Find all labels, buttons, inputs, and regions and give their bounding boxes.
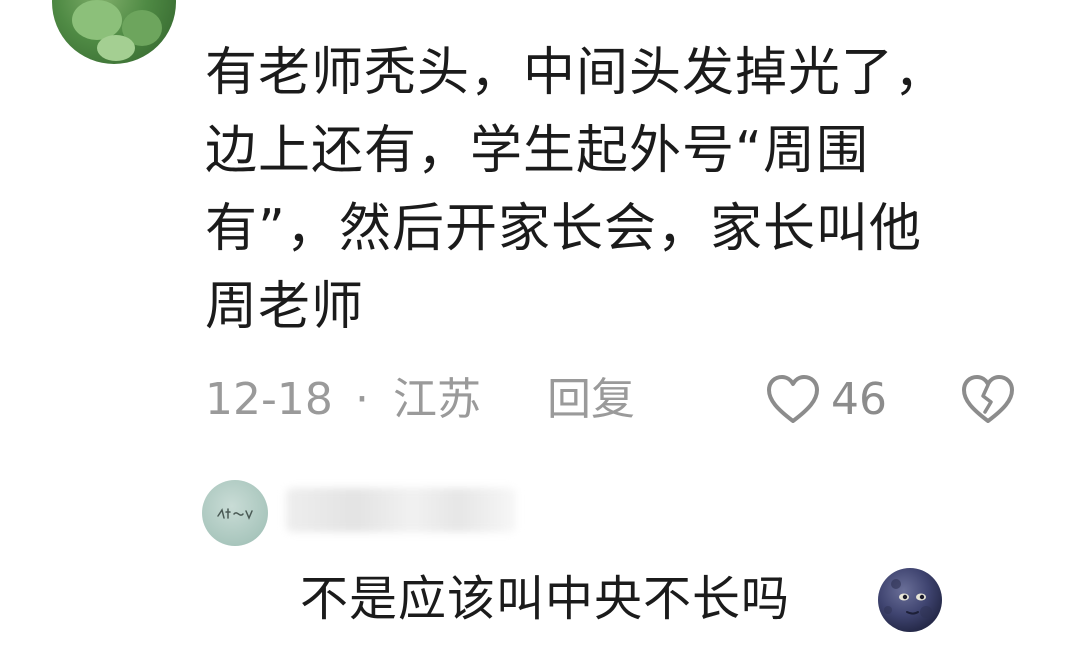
- comment-meta-row: 12-18 · 江苏 回复 46: [205, 370, 1055, 430]
- comment-line: 有”，然后开家长会，家长叫他: [205, 199, 922, 259]
- reply-text: 不是应该叫中央不长吗: [300, 571, 791, 627]
- comment-line: 边上还有，学生起外号“周围: [205, 121, 869, 181]
- like-count: 46: [831, 374, 887, 425]
- comment-text: 有老师秃头，中间头发掉光了， 边上还有，学生起外号“周围 有”，然后开家长会，家…: [205, 34, 1005, 346]
- avatar-scribble: [217, 508, 253, 520]
- reply-button[interactable]: 回复: [547, 370, 635, 430]
- comment-location: 江苏: [393, 374, 481, 425]
- avatar-leaf: [72, 0, 122, 40]
- like-button[interactable]: [765, 374, 821, 426]
- replier-avatar[interactable]: [202, 480, 268, 546]
- replier-name-redacted: [286, 488, 516, 532]
- comment-date: 12-18: [205, 374, 333, 425]
- avatar-leaf: [97, 35, 135, 61]
- comment-line: 周老师: [205, 277, 365, 337]
- dislike-button[interactable]: [960, 374, 1016, 426]
- heart-outline-icon: [767, 375, 819, 423]
- broken-heart-icon: [962, 375, 1014, 423]
- meta-separator: ·: [355, 374, 369, 425]
- moon-face-emoji-icon: [878, 568, 942, 632]
- commenter-avatar[interactable]: [52, 0, 176, 64]
- comment-line: 有老师秃头，中间头发掉光了，: [205, 43, 948, 103]
